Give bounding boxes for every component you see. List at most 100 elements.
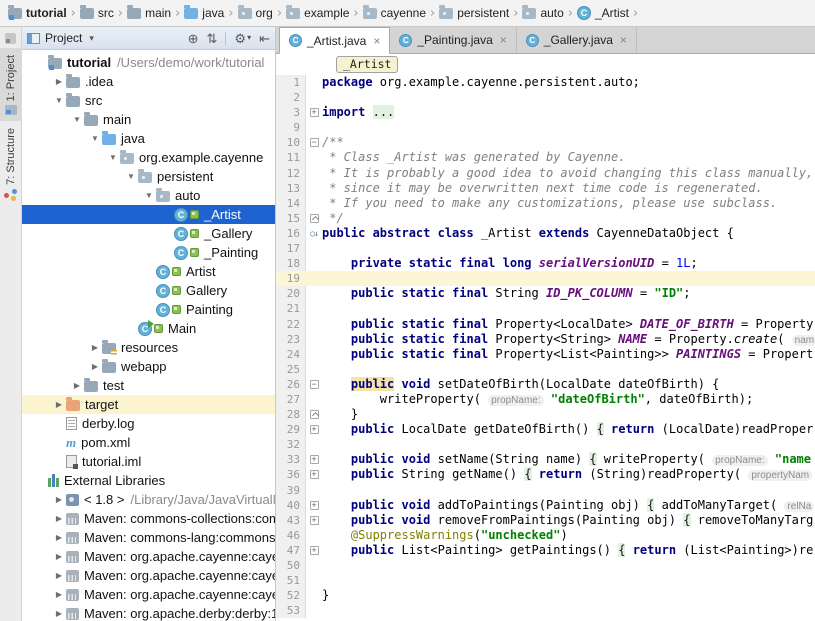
breadcrumb-item-org[interactable]: org (238, 6, 273, 20)
tree-item-.idea[interactable]: ▶.idea (22, 72, 275, 91)
code-line-3[interactable]: 3+import ... (276, 105, 815, 120)
code-line-11[interactable]: 11 * Class _Artist was generated by Caye… (276, 150, 815, 165)
code-line-13[interactable]: 13 * since it may be overwritten next ti… (276, 181, 815, 196)
code-line-47[interactable]: 47+ public List<Painting> getPaintings()… (276, 543, 815, 558)
chevron-collapsed-icon[interactable]: ▶ (70, 381, 84, 390)
code-line-51[interactable]: 51 (276, 573, 815, 588)
fold-end-icon[interactable] (310, 214, 319, 223)
breadcrumb-item-cayenne[interactable]: cayenne (363, 6, 426, 20)
code-line-36[interactable]: 36+ public String getName() { return (St… (276, 467, 815, 482)
chevron-down-icon[interactable]: ▾ (89, 33, 94, 44)
tree-item-org.example.cayenne[interactable]: ▼org.example.cayenne (22, 148, 275, 167)
fold-expand-icon[interactable]: + (310, 108, 319, 117)
tree-item-auto[interactable]: ▼auto (22, 186, 275, 205)
overridden-marker-icon[interactable]: ○↓ (310, 229, 318, 238)
tree-item-external-libraries[interactable]: External Libraries (22, 471, 275, 490)
code-line-22[interactable]: 22 public static final Property<LocalDat… (276, 317, 815, 332)
fold-expand-icon[interactable]: + (310, 425, 319, 434)
chevron-collapsed-icon[interactable]: ▶ (52, 400, 66, 409)
chevron-collapsed-icon[interactable]: ▶ (88, 362, 102, 371)
code-line-23[interactable]: 23 public static final Property<String> … (276, 332, 815, 347)
tree-item-_painting[interactable]: C_Painting (22, 243, 275, 262)
fold-expand-icon[interactable]: + (310, 501, 319, 510)
tree-item-src[interactable]: ▼src (22, 91, 275, 110)
close-tab-icon[interactable]: × (500, 33, 507, 47)
tree-item-maven-commons-lang-commons-[interactable]: ▶Maven: commons-lang:commons- (22, 528, 275, 547)
fold-collapse-icon[interactable]: − (310, 380, 319, 389)
editor-tab-_gallery.java[interactable]: C_Gallery.java× (517, 27, 637, 53)
fold-collapse-icon[interactable]: − (310, 138, 319, 147)
breadcrumb-item-auto[interactable]: auto (522, 6, 563, 20)
editor-tab-_painting.java[interactable]: C_Painting.java× (390, 27, 516, 53)
code-line-15[interactable]: 15 */ (276, 211, 815, 226)
code-line-52[interactable]: 52} (276, 588, 815, 603)
chevron-collapsed-icon[interactable]: ▶ (52, 552, 66, 561)
breadcrumb-item-_artist[interactable]: C_Artist (577, 6, 629, 20)
chevron-collapsed-icon[interactable]: ▶ (88, 343, 102, 352)
tree-item-maven-org.apache.cayenne-cayer[interactable]: ▶Maven: org.apache.cayenne:cayer (22, 585, 275, 604)
tree-item-painting[interactable]: CPainting (22, 300, 275, 319)
code-line-26[interactable]: 26− public void setDateOfBirth(LocalDate… (276, 377, 815, 392)
tree-item-persistent[interactable]: ▼persistent (22, 167, 275, 186)
code-line-17[interactable]: 17 (276, 241, 815, 256)
chevron-collapsed-icon[interactable]: ▶ (52, 77, 66, 86)
code-line-27[interactable]: 27 writeProperty( propName: "dateOfBirth… (276, 392, 815, 407)
fold-expand-icon[interactable]: + (310, 470, 319, 479)
code-line-39[interactable]: 39 (276, 483, 815, 498)
code-line-33[interactable]: 33+ public void setName(String name) { w… (276, 452, 815, 467)
close-tab-icon[interactable]: × (373, 34, 380, 48)
breadcrumb-item-tutorial[interactable]: tutorial (8, 6, 67, 20)
code-line-10[interactable]: 10−/** (276, 135, 815, 150)
tree-item-webapp[interactable]: ▶webapp (22, 357, 275, 376)
tree-item-main[interactable]: ▼main (22, 110, 275, 129)
tree-item-_gallery[interactable]: C_Gallery (22, 224, 275, 243)
tree-item-java[interactable]: ▼java (22, 129, 275, 148)
tool-window-tab-structure[interactable]: 7: Structure (0, 121, 22, 207)
code-line-40[interactable]: 40+ public void addToPaintings(Painting … (276, 498, 815, 513)
chevron-collapsed-icon[interactable]: ▶ (52, 590, 66, 599)
breadcrumb-item-java[interactable]: java (184, 6, 224, 20)
tree-item-gallery[interactable]: CGallery (22, 281, 275, 300)
locate-icon[interactable]: ⊕ (188, 32, 199, 45)
chevron-expanded-icon[interactable]: ▼ (88, 134, 102, 143)
code-line-24[interactable]: 24 public static final Property<List<Pai… (276, 347, 815, 362)
tool-window-tab-project[interactable]: 1: Project (0, 48, 22, 121)
hide-panel-icon[interactable]: ⇤ (259, 32, 270, 45)
code-line-53[interactable]: 53 (276, 603, 815, 618)
tree-item-resources[interactable]: ▶resources (22, 338, 275, 357)
code-line-16[interactable]: 16○↓public abstract class _Artist extend… (276, 226, 815, 241)
tree-item-maven-org.apache.derby-derby-10[interactable]: ▶Maven: org.apache.derby:derby:10 (22, 604, 275, 621)
breadcrumb-item-example[interactable]: example (286, 6, 349, 20)
code-line-28[interactable]: 28 } (276, 407, 815, 422)
chevron-expanded-icon[interactable]: ▼ (106, 153, 120, 162)
tree-item-maven-org.apache.cayenne-cayer[interactable]: ▶Maven: org.apache.cayenne:cayer (22, 566, 275, 585)
code-line-32[interactable]: 32 (276, 437, 815, 452)
tree-item--1.8-[interactable]: ▶< 1.8 >/Library/Java/JavaVirtualM (22, 490, 275, 509)
breadcrumb-item-src[interactable]: src (80, 6, 114, 20)
code-line-29[interactable]: 29+ public LocalDate getDateOfBirth() { … (276, 422, 815, 437)
tree-item-tutorial[interactable]: tutorial/Users/demo/work/tutorial (22, 53, 275, 72)
chevron-expanded-icon[interactable]: ▼ (70, 115, 84, 124)
chevron-collapsed-icon[interactable]: ▶ (52, 533, 66, 542)
chevron-collapsed-icon[interactable]: ▶ (52, 609, 66, 618)
tree-item-maven-commons-collections-com[interactable]: ▶Maven: commons-collections:com (22, 509, 275, 528)
tree-item-derby.log[interactable]: derby.log (22, 414, 275, 433)
fold-end-icon[interactable] (310, 410, 319, 419)
chevron-collapsed-icon[interactable]: ▶ (52, 495, 66, 504)
breadcrumb-item-main[interactable]: main (127, 6, 171, 20)
tool-windows-button-icon[interactable] (5, 33, 16, 44)
tree-item-pom.xml[interactable]: mpom.xml (22, 433, 275, 452)
code-line-14[interactable]: 14 * If you need to make any customizati… (276, 196, 815, 211)
tree-item-maven-org.apache.cayenne-cayer[interactable]: ▶Maven: org.apache.cayenne:cayer (22, 547, 275, 566)
tree-item-artist[interactable]: CArtist (22, 262, 275, 281)
close-tab-icon[interactable]: × (620, 33, 627, 47)
tree-item-tutorial.iml[interactable]: tutorial.iml (22, 452, 275, 471)
fold-expand-icon[interactable]: + (310, 455, 319, 464)
collapse-all-icon[interactable]: ⇅ (207, 32, 218, 45)
code-editor[interactable]: 1package org.example.cayenne.persistent.… (276, 75, 815, 621)
code-line-43[interactable]: 43+ public void removeFromPaintings(Pain… (276, 513, 815, 528)
code-line-2[interactable]: 2 (276, 90, 815, 105)
settings-gear-icon[interactable]: ⚙▾ (234, 32, 251, 45)
tree-item-target[interactable]: ▶target (22, 395, 275, 414)
fold-expand-icon[interactable]: + (310, 546, 319, 555)
